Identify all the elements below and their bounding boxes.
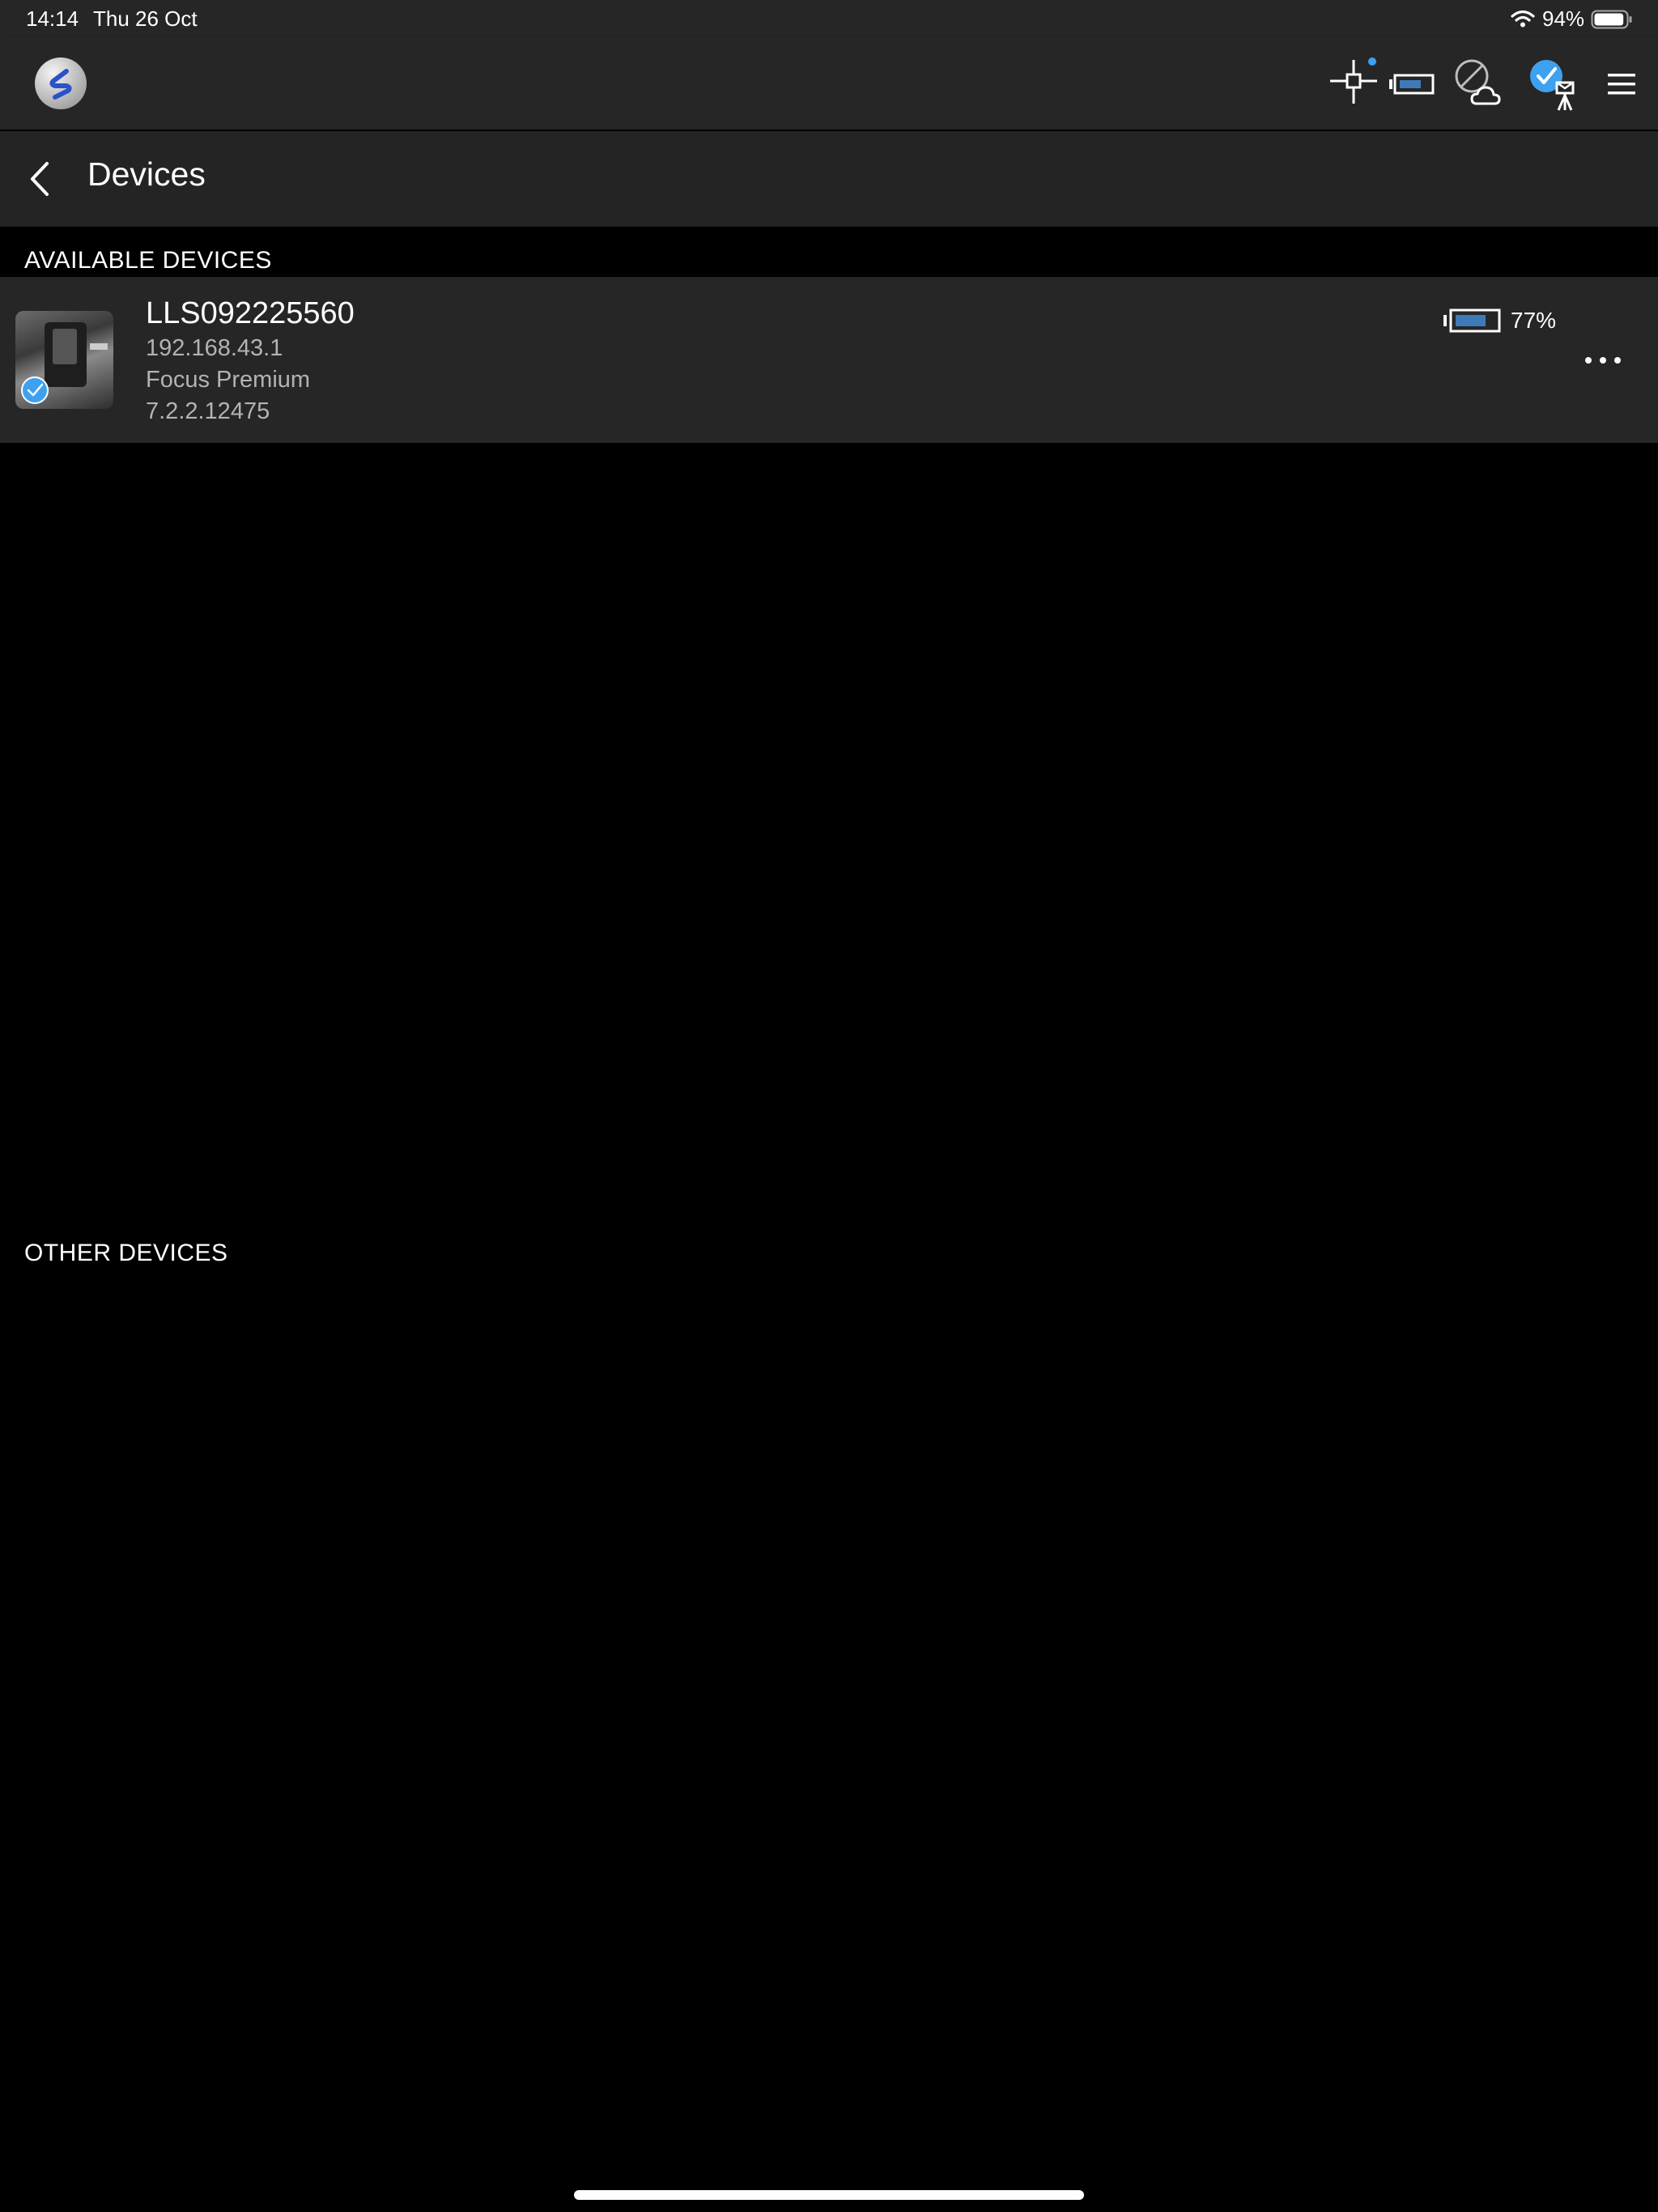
- device-battery-text: 77%: [1511, 308, 1557, 333]
- other-devices-heading: OTHER DEVICES: [24, 1240, 228, 1266]
- battery-icon: [1591, 10, 1633, 33]
- device-thumbnail: [15, 311, 113, 409]
- home-indicator: [574, 2190, 1084, 2200]
- more-horizontal-icon: [1585, 357, 1621, 364]
- device-battery-icon: [1443, 308, 1502, 338]
- page-title: Devices: [87, 155, 206, 193]
- device-list-item[interactable]: LLS092225560 192.168.43.1 Focus Premium …: [0, 277, 1658, 443]
- chevron-left-icon: [31, 162, 49, 196]
- selected-check-icon: [20, 376, 49, 409]
- wifi-icon: [1511, 10, 1535, 32]
- device-firmware: 7.2.2.12475: [146, 398, 270, 424]
- page-header: Devices: [0, 131, 1658, 227]
- cloud-disabled-icon[interactable]: [1452, 58, 1504, 114]
- crosshair-target-icon[interactable]: [1328, 57, 1380, 111]
- back-button[interactable]: [24, 157, 57, 201]
- status-time: 14:14: [26, 6, 79, 31]
- device-ip: 192.168.43.1: [146, 335, 283, 361]
- connected-scanner-icon[interactable]: [1527, 58, 1580, 116]
- app-toolbar: [0, 37, 1658, 130]
- status-battery-text: 94%: [1542, 6, 1585, 31]
- device-model: Focus Premium: [146, 367, 311, 393]
- hamburger-menu-icon[interactable]: [1606, 71, 1637, 101]
- app-logo-icon[interactable]: [34, 57, 87, 114]
- status-bar: 14:14 Thu 26 Oct 94%: [0, 0, 1658, 37]
- more-options-button[interactable]: [1580, 350, 1626, 371]
- device-name: LLS092225560: [146, 296, 355, 330]
- scanner-battery-icon[interactable]: [1389, 73, 1435, 100]
- status-date: Thu 26 Oct: [93, 6, 198, 31]
- available-devices-heading: AVAILABLE DEVICES: [24, 247, 272, 274]
